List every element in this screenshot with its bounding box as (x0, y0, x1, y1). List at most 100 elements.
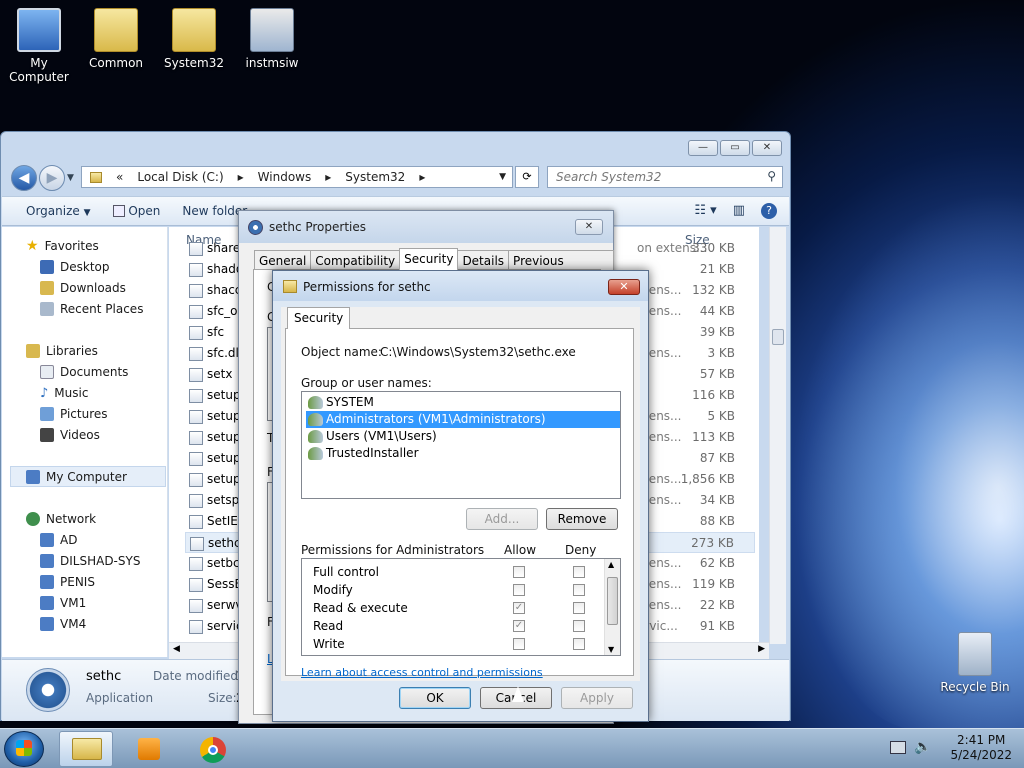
close-button[interactable]: ✕ (752, 140, 782, 156)
tab-security[interactable]: Security (287, 307, 351, 329)
minimize-button[interactable]: — (688, 140, 718, 156)
nav-libraries[interactable]: Libraries (26, 342, 98, 360)
breadcrumb-separator-icon[interactable]: ▸ (419, 170, 425, 184)
network-tray-icon[interactable] (890, 741, 906, 754)
clock-date: 5/24/2022 (950, 748, 1012, 762)
volume-tray-icon[interactable]: 🔈 (914, 739, 931, 755)
tab-details[interactable]: Details (457, 250, 510, 270)
scroll-right-icon[interactable]: ▶ (758, 644, 765, 654)
taskbar-chrome[interactable] (185, 731, 239, 767)
desktop-icon-instmsiw[interactable]: instmsiw (233, 8, 311, 70)
nav-videos[interactable]: Videos (40, 426, 100, 444)
deny-checkbox[interactable] (573, 566, 585, 578)
permissions-close-button[interactable]: ✕ (608, 279, 640, 295)
properties-close-button[interactable]: ✕ (575, 219, 603, 235)
user-list-item[interactable]: Administrators (VM1\Administrators) (306, 411, 620, 428)
nav-network-penis[interactable]: PENIS (40, 573, 95, 591)
back-arrow-icon: ◀ (18, 170, 30, 186)
taskbar-media-player[interactable] (121, 731, 175, 767)
forward-button[interactable]: ▶ (39, 165, 65, 191)
nav-network-vm4[interactable]: VM4 (40, 615, 86, 633)
scrollbar-thumb[interactable] (607, 577, 618, 625)
nav-pictures[interactable]: Pictures (40, 405, 108, 423)
deny-header: Deny (565, 543, 597, 557)
start-button[interactable] (4, 731, 44, 767)
permission-name: Full control (313, 565, 379, 579)
desktop-icon-recycle-bin[interactable]: Recycle Bin (936, 632, 1014, 694)
deny-checkbox[interactable] (573, 602, 585, 614)
apply-button[interactable]: Apply (561, 687, 633, 709)
open-button[interactable]: Open (112, 204, 160, 218)
breadcrumb-separator-icon[interactable]: ▸ (325, 170, 331, 184)
nav-my-computer[interactable]: My Computer (26, 468, 127, 486)
breadcrumb-system32[interactable]: System32 (345, 170, 405, 184)
back-button[interactable]: ◀ (11, 165, 37, 191)
allow-checkbox[interactable]: ✓ (513, 620, 525, 632)
breadcrumb-overflow[interactable]: « (116, 170, 123, 184)
refresh-button[interactable]: ⟳ (515, 166, 539, 188)
nav-label: Videos (60, 428, 100, 442)
user-list-item[interactable]: SYSTEM (306, 394, 620, 411)
file-size: 39 KB (699, 325, 735, 339)
ok-button[interactable]: OK (399, 687, 471, 709)
address-bar[interactable]: « Local Disk (C:) ▸ Windows ▸ System32 ▸… (81, 166, 513, 188)
file-icon (189, 263, 203, 277)
file-size: 87 KB (699, 451, 735, 465)
nav-documents[interactable]: Documents (40, 363, 128, 381)
organize-button[interactable]: Organize ▼ (26, 204, 91, 218)
change-view-icon[interactable]: ☷ ▾ (694, 203, 716, 219)
breadcrumb-separator-icon[interactable]: ▸ (238, 170, 244, 184)
tab-security[interactable]: Security (399, 248, 459, 270)
file-size: 5 KB (707, 409, 735, 423)
nav-favorites[interactable]: ★ Favorites (26, 237, 99, 255)
deny-checkbox[interactable] (573, 620, 585, 632)
permission-row: Write (302, 635, 606, 653)
nav-recent-places[interactable]: Recent Places (40, 300, 143, 318)
nav-music[interactable]: ♪ Music (40, 384, 88, 402)
allow-checkbox[interactable] (513, 566, 525, 578)
clock[interactable]: 2:41 PM 5/24/2022 (950, 733, 1012, 763)
nav-desktop[interactable]: Desktop (40, 258, 110, 276)
user-list-item[interactable]: Users (VM1\Users) (306, 428, 620, 445)
nav-downloads[interactable]: Downloads (40, 279, 126, 297)
permissions-scrollbar[interactable]: ▲ ▼ (604, 559, 620, 655)
maximize-button[interactable]: ▭ (720, 140, 750, 156)
help-icon[interactable]: ? (761, 203, 777, 219)
desktop-icon-my-computer[interactable]: My Computer (0, 8, 78, 84)
taskbar-explorer[interactable] (59, 731, 113, 767)
scroll-left-icon[interactable]: ◀ (173, 644, 180, 654)
add-button[interactable]: Add... (466, 508, 538, 530)
recent-pages-dropdown[interactable]: ▼ (67, 173, 74, 183)
scroll-down-icon[interactable]: ▼ (608, 645, 614, 654)
installer-icon (250, 8, 294, 52)
allow-checkbox[interactable]: ✓ (513, 602, 525, 614)
details-size-label: Size: (208, 691, 237, 705)
desktop-icon-common[interactable]: Common (77, 8, 155, 70)
tab-previous-versions[interactable]: Previous Versions (508, 250, 614, 282)
user-list-item[interactable]: TrustedInstaller (306, 445, 620, 462)
deny-checkbox[interactable] (573, 638, 585, 650)
scroll-up-icon[interactable]: ▲ (608, 560, 614, 569)
address-dropdown-icon[interactable]: ▼ (499, 172, 506, 182)
nav-network-ad[interactable]: AD (40, 531, 77, 549)
user-list[interactable]: SYSTEM Administrators (VM1\Administrators… (301, 391, 621, 499)
deny-checkbox[interactable] (573, 584, 585, 596)
allow-checkbox[interactable] (513, 638, 525, 650)
nav-network-vm1[interactable]: VM1 (40, 594, 86, 612)
scrollbar-thumb[interactable] (772, 329, 784, 345)
file-list-scrollbar[interactable] (769, 227, 786, 644)
user-group-icon (308, 430, 323, 443)
tab-general[interactable]: General (254, 250, 312, 270)
preview-pane-icon[interactable]: ▥ (733, 203, 745, 219)
breadcrumb-local-disk[interactable]: Local Disk (C:) (137, 170, 223, 184)
nav-network[interactable]: Network (26, 510, 96, 528)
search-input[interactable]: Search System32 ⚲ (547, 166, 783, 188)
tab-compatibility[interactable]: Compatibility (310, 250, 401, 270)
allow-checkbox[interactable] (513, 584, 525, 596)
breadcrumb-windows[interactable]: Windows (258, 170, 312, 184)
network-computer-icon (40, 617, 54, 631)
access-control-help-link[interactable]: Learn about access control and permissio… (301, 666, 543, 679)
nav-network-dilshad-sys[interactable]: DILSHAD-SYS (40, 552, 140, 570)
desktop-icon-system32[interactable]: System32 (155, 8, 233, 70)
remove-button[interactable]: Remove (546, 508, 618, 530)
